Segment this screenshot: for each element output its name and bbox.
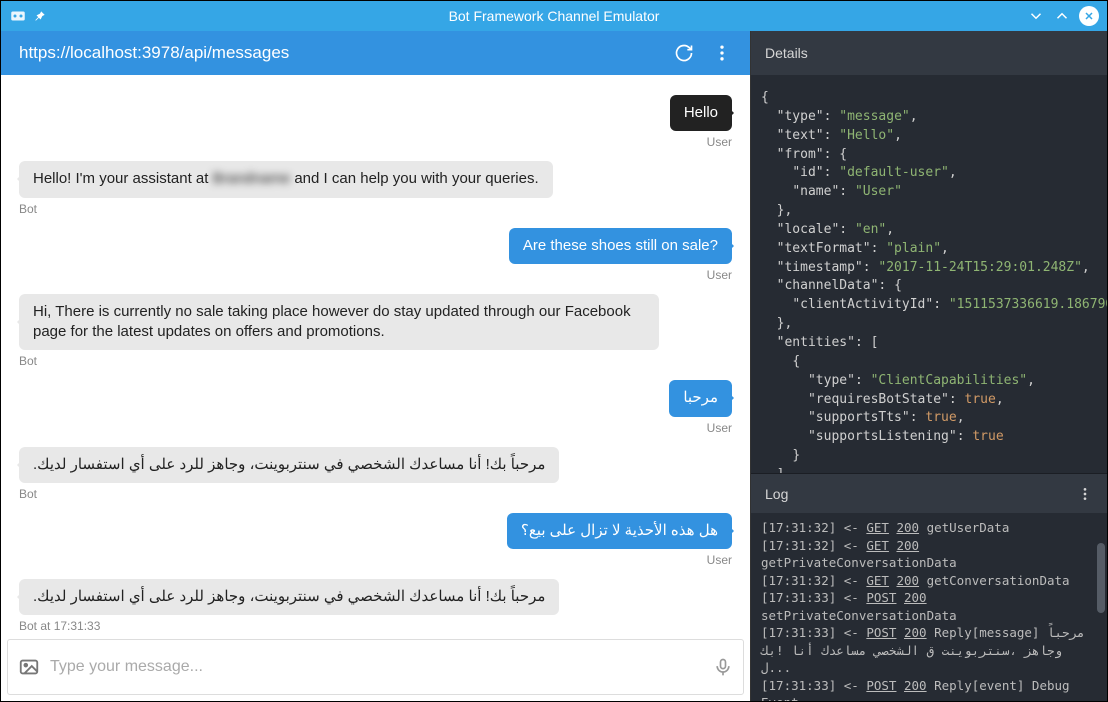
app-window: Bot Framework Channel Emulator https://l…	[0, 0, 1108, 702]
app-icon	[9, 7, 27, 25]
message-text-prefix: Hello! I'm your assistant at	[33, 170, 213, 187]
message-bubble[interactable]: Hello! I'm your assistant at Brandname a…	[19, 161, 553, 197]
message-row: هل هذه الأحذية لا تزال على بيع؟ User	[19, 513, 732, 567]
message-row: .مرحباً بك! أنا مساعدك الشخصي في سنتربوي…	[19, 447, 732, 501]
more-vertical-icon[interactable]	[1077, 486, 1093, 502]
chevron-down-icon[interactable]	[1027, 7, 1045, 25]
titlebar: Bot Framework Channel Emulator	[1, 1, 1107, 31]
message-text-suffix: and I can help you with your queries.	[290, 170, 538, 187]
chevron-up-icon[interactable]	[1053, 7, 1071, 25]
chat-pane: https://localhost:3978/api/messages Hell…	[1, 31, 751, 701]
message-bubble[interactable]: هل هذه الأحذية لا تزال على بيع؟	[507, 513, 732, 549]
message-row: Are these shoes still on sale? User	[19, 228, 732, 282]
body: https://localhost:3978/api/messages Hell…	[1, 31, 1107, 701]
message-bubble[interactable]: .مرحباً بك! أنا مساعدك الشخصي في سنتربوي…	[19, 579, 559, 615]
redacted-text: Brandname	[213, 169, 291, 189]
message-sender: User	[707, 268, 732, 282]
message-row: Hello User	[19, 95, 732, 149]
endpoint-url: https://localhost:3978/api/messages	[19, 43, 656, 63]
message-bubble[interactable]: Hello	[670, 95, 732, 131]
message-bubble[interactable]: Hi, There is currently no sale taking pl…	[19, 294, 659, 351]
message-row: Hi, There is currently no sale taking pl…	[19, 294, 732, 369]
more-vertical-icon[interactable]	[712, 43, 732, 63]
window-title: Bot Framework Channel Emulator	[449, 8, 660, 24]
compose-input[interactable]	[50, 658, 703, 676]
close-icon	[1083, 10, 1095, 22]
side-pane: Details { "type": "message", "text": "He…	[751, 31, 1107, 701]
message-sender: User	[707, 421, 732, 435]
window-controls	[1027, 6, 1099, 26]
details-json[interactable]: { "type": "message", "text": "Hello", "f…	[751, 75, 1107, 473]
log-header: Log	[751, 473, 1107, 513]
message-sender: Bot	[19, 487, 37, 501]
chat-header: https://localhost:3978/api/messages	[1, 31, 750, 75]
message-sender: User	[707, 553, 732, 567]
message-list: Hello User Hello! I'm your assistant at …	[1, 75, 750, 633]
close-button[interactable]	[1079, 6, 1099, 26]
message-sender: Bot	[19, 354, 37, 368]
message-bubble[interactable]: Are these shoes still on sale?	[509, 228, 732, 264]
compose-bar	[7, 639, 744, 695]
scrollbar-thumb[interactable]	[1097, 543, 1105, 613]
microphone-icon[interactable]	[713, 657, 733, 677]
log-title: Log	[765, 486, 788, 502]
message-bubble[interactable]: .مرحباً بك! أنا مساعدك الشخصي في سنتربوي…	[19, 447, 559, 483]
message-bubble[interactable]: مرحبا	[669, 380, 732, 416]
message-sender: User	[707, 135, 732, 149]
message-row: مرحبا User	[19, 380, 732, 434]
message-sender: Bot	[19, 202, 37, 216]
details-header: Details	[751, 31, 1107, 75]
refresh-icon[interactable]	[674, 43, 694, 63]
log-output[interactable]: [17:31:32] <- GET 200 getUserData [17:31…	[751, 513, 1107, 701]
message-sender: Bot at 17:31:33	[19, 619, 100, 633]
details-title: Details	[765, 45, 808, 61]
message-row: Hello! I'm your assistant at Brandname a…	[19, 161, 732, 215]
message-row: .مرحباً بك! أنا مساعدك الشخصي في سنتربوي…	[19, 579, 732, 633]
pin-icon[interactable]	[33, 9, 47, 23]
image-icon[interactable]	[18, 656, 40, 678]
